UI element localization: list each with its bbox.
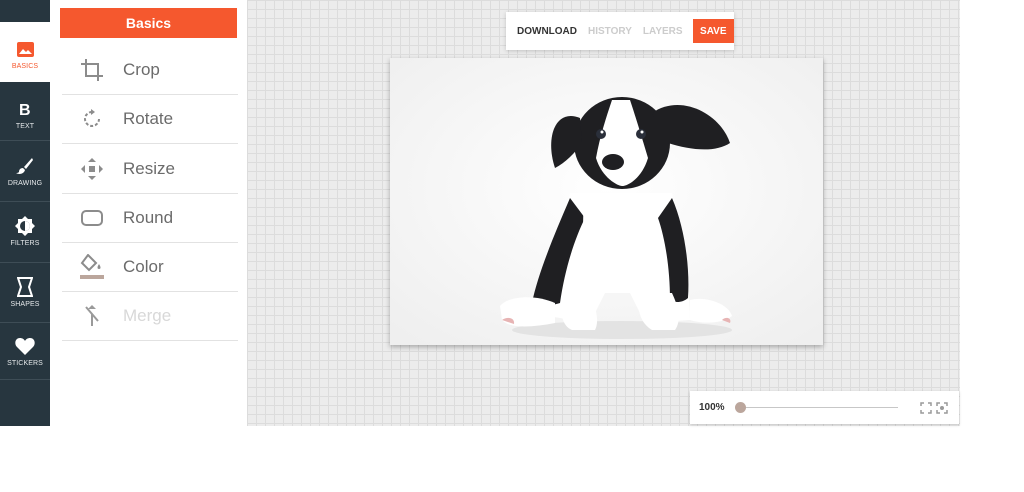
nav-label: STICKERS (7, 360, 43, 367)
tool-label: Round (123, 208, 174, 227)
tool-label: Rotate (123, 109, 174, 128)
nav-label: FILTERS (10, 240, 40, 247)
nav-item-filters[interactable]: FILTERS (0, 215, 50, 247)
top-toolbar: DOWNLOAD HISTORY LAYERS SAVE (506, 12, 734, 50)
zoom-value: 100% (699, 402, 725, 413)
nav-label: SHAPES (10, 301, 40, 308)
left-nav: BASICS B TEXT DRAWING FILTERS SHAPES STI… (0, 0, 50, 426)
filter-icon (15, 215, 35, 237)
focus-center-icon[interactable] (936, 401, 948, 414)
nav-item-text[interactable]: B TEXT (0, 98, 50, 130)
fit-screen-icon[interactable] (920, 401, 932, 414)
tool-merge[interactable]: Merge (62, 292, 238, 341)
heart-icon (15, 335, 35, 357)
zoom-slider-track[interactable] (740, 407, 898, 408)
shape-icon (15, 276, 35, 298)
crop-icon (77, 59, 107, 81)
nav-item-basics[interactable]: BASICS (0, 22, 50, 82)
zoom-slider-thumb[interactable] (735, 402, 746, 413)
nav-item-drawing[interactable]: DRAWING (0, 155, 50, 187)
round-corners-icon (77, 210, 107, 226)
save-button[interactable]: SAVE (692, 19, 734, 43)
panel-title: Basics (60, 8, 237, 38)
tool-label: Merge (123, 306, 172, 325)
download-button[interactable]: DOWNLOAD (517, 26, 577, 37)
history-button[interactable]: HISTORY (588, 26, 632, 37)
nav-label: DRAWING (7, 180, 43, 187)
tools-panel: Basics Crop Rotate Resize Round Color Me… (50, 0, 247, 426)
tool-resize[interactable]: Resize (62, 145, 238, 194)
fill-color-icon (77, 254, 107, 280)
layers-button[interactable]: LAYERS (643, 26, 683, 37)
rotate-icon (77, 109, 107, 129)
image-icon (15, 38, 35, 60)
resize-icon (77, 158, 107, 180)
brush-icon (15, 155, 35, 177)
zoom-bar: 100% (690, 391, 959, 424)
tool-round[interactable]: Round (62, 194, 238, 243)
tool-color[interactable]: Color (62, 243, 238, 292)
nav-label: BASICS (11, 63, 39, 70)
nav-item-shapes[interactable]: SHAPES (0, 276, 50, 308)
merge-icon (77, 305, 107, 327)
tool-crop[interactable]: Crop (62, 46, 238, 95)
tool-rotate[interactable]: Rotate (62, 95, 238, 144)
puppy-photo[interactable] (390, 58, 823, 345)
nav-label: TEXT (15, 123, 35, 130)
bold-text-icon: B (15, 98, 35, 120)
svg-text:B: B (19, 102, 31, 117)
nav-item-stickers[interactable]: STICKERS (0, 335, 50, 367)
tool-label: Color (123, 257, 164, 276)
tool-label: Crop (123, 60, 160, 79)
tool-label: Resize (123, 159, 175, 178)
